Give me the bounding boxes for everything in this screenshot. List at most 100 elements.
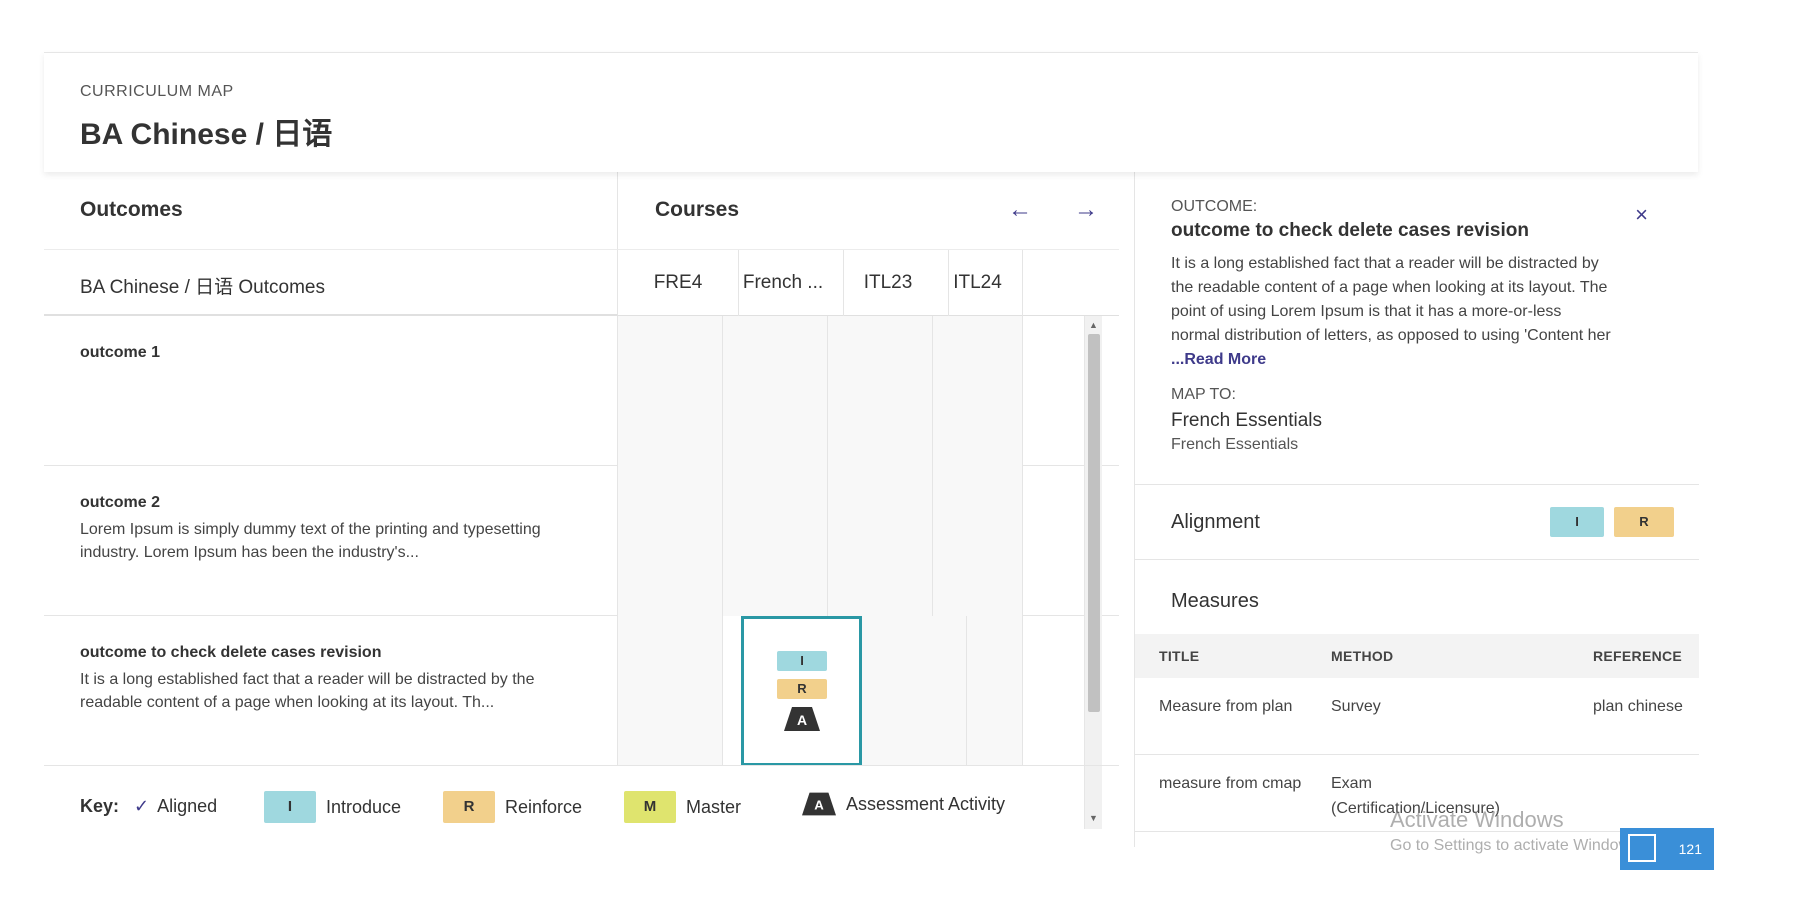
measure-reference: plan chinese xyxy=(1593,698,1683,715)
column-method-header: METHOD xyxy=(1331,648,1394,664)
curriculum-map-grid: Outcomes Courses ← → BA Chinese / 日语 Out… xyxy=(44,172,1119,847)
map-cell[interactable] xyxy=(828,466,933,616)
master-badge: M xyxy=(624,791,676,823)
key-master-item: M Master xyxy=(624,791,741,823)
mapped-course-name: French Essentials xyxy=(1171,410,1323,431)
arrow-left-icon: ← xyxy=(1008,196,1032,223)
key-label-item: Key: xyxy=(80,796,119,817)
activate-windows-watermark: Activate Windows Go to Settings to activ… xyxy=(1390,807,1643,855)
arrow-right-icon: → xyxy=(1074,196,1098,223)
column-reference-header: REFERENCE xyxy=(1593,648,1683,664)
page-eyebrow: CURRICULUM MAP xyxy=(80,83,234,100)
map-cell[interactable] xyxy=(618,316,723,466)
reinforce-badge: R xyxy=(443,791,495,823)
key-master-text: Master xyxy=(686,796,742,817)
alignment-label: Alignment xyxy=(1171,511,1260,533)
map-to-label: MAP TO: xyxy=(1171,386,1236,403)
outcome-text: outcome to check delete cases revision I… xyxy=(44,616,618,765)
program-outcomes-label: BA Chinese / 日语 Outcomes xyxy=(80,277,325,298)
map-cell-selected[interactable]: I R A xyxy=(741,616,862,765)
reinforce-badge: R xyxy=(777,679,827,699)
outcome-text: outcome 1 xyxy=(44,316,618,466)
assessment-activity-icon: A xyxy=(802,792,836,816)
program-outcomes-row: BA Chinese / 日语 Outcomes xyxy=(44,250,618,316)
key-aligned-item: ✓ Aligned xyxy=(134,796,217,817)
map-cell[interactable] xyxy=(862,616,967,765)
mapped-course-subtitle: French Essentials xyxy=(1171,436,1299,453)
outcome-description: Lorem Ipsum is simply dummy text of the … xyxy=(80,521,541,561)
outcome-row: outcome to check delete cases revision I… xyxy=(44,616,1119,765)
outcome-title: outcome to check delete cases revision xyxy=(1171,220,1529,241)
page-header: CURRICULUM MAP BA Chinese / 日语 xyxy=(44,52,1698,172)
map-cell[interactable] xyxy=(618,616,723,765)
assessment-badge-letter: A xyxy=(797,712,807,728)
outcomes-column-header: Outcomes xyxy=(44,172,618,250)
grid-scrollbar[interactable]: ▲ ▼ xyxy=(1084,316,1102,829)
key-assessment-item: A Assessment Activity xyxy=(802,791,1005,817)
outcome-name: outcome 2 xyxy=(80,494,161,511)
map-cell[interactable] xyxy=(967,616,1023,765)
key-reinforce-item: R Reinforce xyxy=(443,791,582,823)
outcome-description: It is a long established fact that a rea… xyxy=(80,671,535,711)
outcome-full-description: It is a long established fact that a rea… xyxy=(1171,252,1611,372)
activate-windows-subtitle: Go to Settings to activate Windows. xyxy=(1390,837,1643,854)
scroll-up-icon[interactable]: ▲ xyxy=(1089,320,1098,330)
close-icon: × xyxy=(1635,202,1648,227)
key-aligned-text: Aligned xyxy=(157,796,218,816)
image-icon xyxy=(1628,834,1656,862)
previous-courses-button[interactable]: ← xyxy=(1000,190,1040,230)
map-cell[interactable] xyxy=(933,316,1023,466)
chip-count: 121 xyxy=(1678,841,1702,857)
check-icon: ✓ xyxy=(134,796,150,816)
measure-title: measure from cmap xyxy=(1159,775,1302,792)
course-column-header[interactable]: ITL24 xyxy=(933,250,1023,316)
outcome-description-text: It is a long established fact that a rea… xyxy=(1171,255,1611,344)
scrollbar-thumb[interactable] xyxy=(1088,334,1100,712)
outcome-rows: outcome 1 outcome 2 Lorem Ipsum is simpl… xyxy=(44,316,1119,765)
map-cell[interactable] xyxy=(933,466,1023,616)
outcome-text: outcome 2 Lorem Ipsum is simply dummy te… xyxy=(44,466,618,616)
courses-heading: Courses xyxy=(655,198,740,221)
key-reinforce-text: Reinforce xyxy=(505,796,583,817)
course-columns: FRE4 French ... ITL23 ITL24 xyxy=(618,250,1119,316)
curriculum-map-app: CURRICULUM MAP BA Chinese / 日语 Outcomes … xyxy=(44,52,1714,870)
outcome-label: OUTCOME: xyxy=(1171,198,1258,215)
introduce-badge: I xyxy=(1550,507,1604,537)
legend-key: Key: ✓ Aligned I Introduce R Reinforce M… xyxy=(44,765,1119,847)
course-column-header[interactable]: French ... xyxy=(723,250,844,316)
measures-table: TITLE METHOD REFERENCE Measure from plan… xyxy=(1135,634,1699,832)
outcome-name: outcome to check delete cases revision xyxy=(80,644,382,661)
introduce-badge: I xyxy=(264,791,316,823)
key-label: Key: xyxy=(80,796,120,816)
measures-label: Measures xyxy=(1171,590,1259,612)
assessment-activity-icon: A xyxy=(784,707,820,731)
courses-column-header: Courses ← → xyxy=(618,172,1119,250)
reinforce-badge: R xyxy=(1614,507,1674,537)
page-title: BA Chinese / 日语 xyxy=(80,118,333,151)
alignment-row: Alignment I R xyxy=(1135,484,1699,560)
map-cell[interactable] xyxy=(723,316,828,466)
floating-image-chip[interactable]: 121 xyxy=(1620,828,1714,870)
read-more-link[interactable]: ...Read More xyxy=(1171,351,1266,368)
key-assessment-text: Assessment Activity xyxy=(846,793,1006,814)
key-introduce-item: I Introduce xyxy=(264,791,401,823)
activate-windows-title: Activate Windows xyxy=(1390,807,1564,832)
introduce-badge: I xyxy=(777,651,827,671)
key-introduce-text: Introduce xyxy=(326,796,402,817)
close-panel-button[interactable]: × xyxy=(1635,202,1648,228)
map-cell[interactable] xyxy=(723,466,828,616)
column-title-header: TITLE xyxy=(1159,648,1200,664)
measure-title: Measure from plan xyxy=(1159,698,1293,715)
map-cell[interactable] xyxy=(618,466,723,616)
next-courses-button[interactable]: → xyxy=(1066,190,1106,230)
measure-method: Survey xyxy=(1331,698,1381,715)
course-column-header[interactable]: FRE4 xyxy=(618,250,739,316)
outcomes-heading: Outcomes xyxy=(80,198,183,221)
course-column-header[interactable]: ITL23 xyxy=(828,250,949,316)
assessment-badge-letter: A xyxy=(814,798,824,813)
map-cell[interactable] xyxy=(828,316,933,466)
table-row[interactable]: Measure from plan Survey plan chinese xyxy=(1135,678,1699,755)
outcome-row: outcome 2 Lorem Ipsum is simply dummy te… xyxy=(44,466,1119,616)
outcome-row: outcome 1 xyxy=(44,316,1119,466)
measures-table-header: TITLE METHOD REFERENCE xyxy=(1135,634,1699,678)
